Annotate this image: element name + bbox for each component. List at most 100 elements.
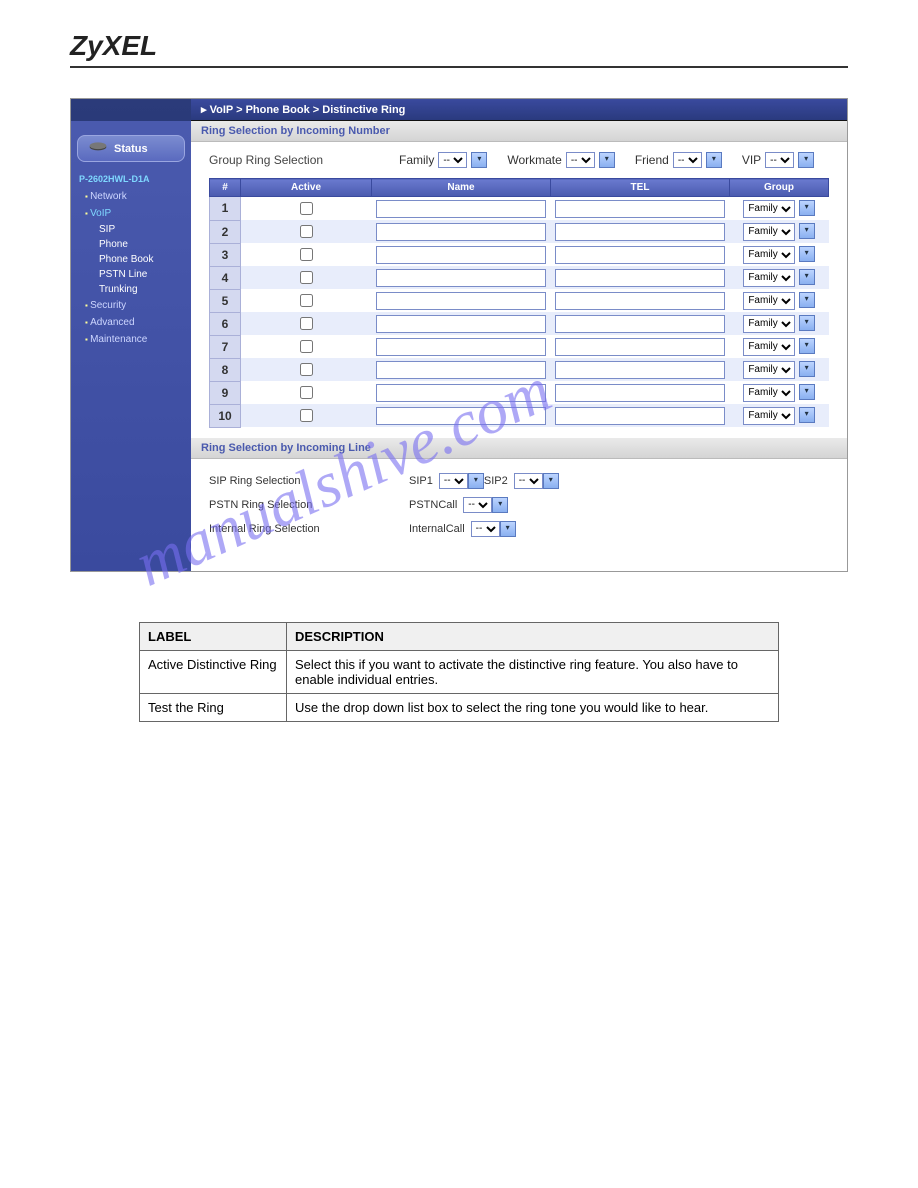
table-row: 8Family ▾ [210, 358, 829, 381]
line-item-select[interactable]: -- [514, 473, 543, 489]
group-vip-label: VIP [742, 153, 761, 167]
tel-input[interactable] [555, 223, 725, 241]
breadcrumb-3: Distinctive Ring [322, 104, 405, 116]
table-row: 3 Family ▾ [210, 243, 829, 266]
desc-label: Active Distinctive Ring [140, 651, 287, 694]
sidebar-sub-trunking[interactable]: Trunking [71, 282, 191, 297]
sidebar-item-advanced[interactable]: Advanced [71, 314, 191, 331]
name-input[interactable] [376, 407, 546, 425]
group-select[interactable]: Family [743, 269, 795, 287]
group-select[interactable]: Family [743, 361, 795, 379]
group-select[interactable]: Family [743, 246, 795, 264]
tel-input[interactable] [555, 246, 725, 264]
chevron-down-icon[interactable]: ▾ [471, 152, 487, 168]
active-checkbox[interactable] [300, 202, 313, 215]
chevron-down-icon[interactable]: ▾ [799, 292, 815, 308]
sidebar-item-maintenance[interactable]: Maintenance [71, 331, 191, 348]
name-input[interactable] [376, 246, 546, 264]
name-input[interactable] [376, 269, 546, 287]
chevron-down-icon[interactable]: ▾ [706, 152, 722, 168]
table-row: 7 Family ▾ [210, 335, 829, 358]
group-select[interactable]: Family [743, 407, 795, 425]
group-select[interactable]: Family [743, 223, 795, 241]
sidebar-sub-sip[interactable]: SIP [71, 222, 191, 237]
row-number: 3 [210, 243, 241, 266]
name-input[interactable] [376, 315, 546, 333]
active-checkbox[interactable] [300, 340, 313, 353]
chevron-down-icon[interactable]: ▾ [799, 246, 815, 262]
sidebar-item-network[interactable]: Network [71, 188, 191, 205]
chevron-down-icon[interactable]: ▾ [500, 521, 516, 537]
group-friend-label: Friend [635, 153, 669, 167]
tel-input[interactable] [555, 407, 725, 425]
desc-text: Use the drop down list box to select the… [287, 694, 779, 722]
active-checkbox[interactable] [300, 294, 313, 307]
sidebar-item-voip[interactable]: VoIP [71, 205, 191, 222]
breadcrumb-2: Phone Book [246, 104, 310, 116]
description-table: LABEL DESCRIPTION Active Distinctive Rin… [139, 622, 779, 722]
chevron-down-icon[interactable]: ▾ [799, 361, 815, 377]
group-select[interactable]: Family [743, 315, 795, 333]
line-sel-row: PSTN Ring SelectionPSTNCall--▾ [209, 493, 829, 517]
chevron-down-icon[interactable]: ▾ [799, 338, 815, 354]
chevron-down-icon[interactable]: ▾ [543, 473, 559, 489]
row-number: 7 [210, 335, 241, 358]
section-header-number: Ring Selection by Incoming Number [191, 121, 847, 142]
tel-input[interactable] [555, 292, 725, 310]
line-label: SIP Ring Selection [209, 475, 409, 487]
group-vip-select[interactable]: -- [765, 152, 794, 168]
chevron-down-icon[interactable]: ▾ [599, 152, 615, 168]
tel-input[interactable] [555, 200, 725, 218]
chevron-down-icon[interactable]: ▾ [492, 497, 508, 513]
sidebar-item-security[interactable]: Security [71, 297, 191, 314]
group-family-select[interactable]: -- [438, 152, 467, 168]
name-input[interactable] [376, 223, 546, 241]
tel-input[interactable] [555, 338, 725, 356]
sidebar-sub-pstn[interactable]: PSTN Line [71, 267, 191, 282]
name-input[interactable] [376, 384, 546, 402]
active-checkbox[interactable] [300, 409, 313, 422]
chevron-down-icon[interactable]: ▾ [799, 223, 815, 239]
chevron-down-icon[interactable]: ▾ [799, 315, 815, 331]
name-input[interactable] [376, 338, 546, 356]
line-item-select[interactable]: -- [471, 521, 500, 537]
active-checkbox[interactable] [300, 225, 313, 238]
line-item-label: SIP1 [409, 475, 433, 487]
group-select[interactable]: Family [743, 200, 795, 218]
group-select[interactable]: Family [743, 292, 795, 310]
tel-input[interactable] [555, 384, 725, 402]
sidebar-sub-phonebook[interactable]: Phone Book [71, 252, 191, 267]
line-item-select[interactable]: -- [439, 473, 468, 489]
tel-input[interactable] [555, 269, 725, 287]
line-item-label: PSTNCall [409, 499, 457, 511]
row-number: 6 [210, 312, 241, 335]
group-friend-select[interactable]: -- [673, 152, 702, 168]
active-checkbox[interactable] [300, 363, 313, 376]
chevron-down-icon[interactable]: ▾ [798, 152, 814, 168]
chevron-down-icon[interactable]: ▾ [799, 200, 815, 216]
group-select[interactable]: Family [743, 338, 795, 356]
breadcrumb: ▸ VoIP > Phone Book > Distinctive Ring [191, 99, 847, 121]
chevron-down-icon[interactable]: ▾ [799, 407, 815, 423]
chevron-down-icon[interactable]: ▾ [468, 473, 484, 489]
name-input[interactable] [376, 292, 546, 310]
active-checkbox[interactable] [300, 317, 313, 330]
chevron-down-icon[interactable]: ▾ [799, 384, 815, 400]
active-checkbox[interactable] [300, 271, 313, 284]
tel-input[interactable] [555, 315, 725, 333]
group-workmate-select[interactable]: -- [566, 152, 595, 168]
name-input[interactable] [376, 361, 546, 379]
status-button[interactable]: Status [77, 135, 185, 162]
col-active: Active [241, 179, 372, 197]
group-select[interactable]: Family [743, 384, 795, 402]
desc-h1: LABEL [140, 623, 287, 651]
tel-input[interactable] [555, 361, 725, 379]
chevron-down-icon[interactable]: ▾ [799, 269, 815, 285]
name-input[interactable] [376, 200, 546, 218]
line-label: Internal Ring Selection [209, 523, 409, 535]
active-checkbox[interactable] [300, 386, 313, 399]
line-sel-row: SIP Ring SelectionSIP1--▾ SIP2--▾ [209, 469, 829, 493]
active-checkbox[interactable] [300, 248, 313, 261]
sidebar-sub-phone[interactable]: Phone [71, 237, 191, 252]
line-item-select[interactable]: -- [463, 497, 492, 513]
